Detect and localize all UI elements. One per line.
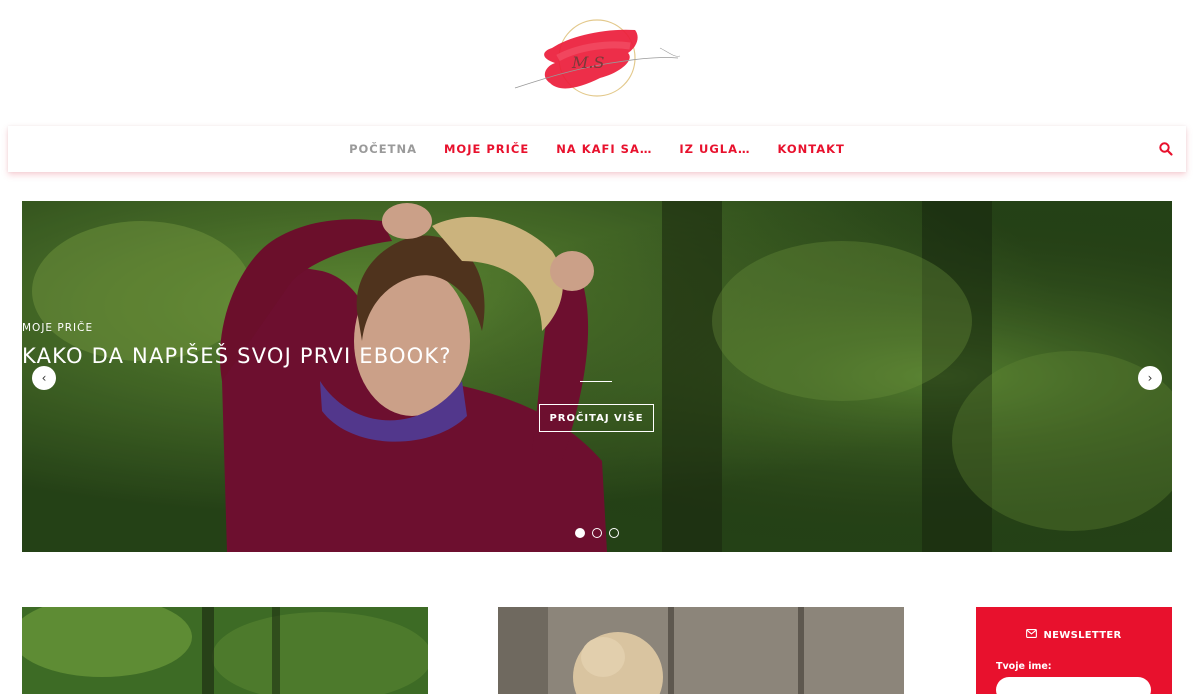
hero-divider (580, 381, 612, 382)
name-input[interactable] (996, 677, 1151, 694)
post-card-1-image (22, 607, 428, 694)
newsletter-header: NEWSLETTER (976, 629, 1172, 641)
hero-title[interactable]: KAKO DA NAPIŠEŠ SVOJ PRVI EBOOK? (22, 344, 1172, 368)
logo-text: M.S (571, 53, 604, 72)
nav-item-kontakt[interactable]: KONTAKT (778, 142, 845, 156)
envelope-icon (1026, 629, 1038, 641)
hero-category[interactable]: MOJE PRIČE (22, 322, 1172, 334)
slider-next-button[interactable]: › (1138, 366, 1162, 390)
search-icon[interactable] (1158, 141, 1174, 157)
slider-dots (575, 528, 619, 538)
nav-item-na-kafi-sa[interactable]: NA KAFI SA… (556, 142, 652, 156)
read-more-button[interactable]: PROČITAJ VIŠE (539, 404, 654, 432)
nav-menu: POČETNA MOJE PRIČE NA KAFI SA… IZ UGLA… … (8, 126, 1186, 172)
chevron-right-icon: › (1147, 371, 1153, 385)
post-card-2[interactable] (498, 607, 904, 694)
newsletter-title: NEWSLETTER (1043, 629, 1122, 641)
slider-dot-1[interactable] (575, 528, 585, 538)
newsletter-widget: NEWSLETTER Tvoje ime: (976, 607, 1172, 694)
main-nav: POČETNA MOJE PRIČE NA KAFI SA… IZ UGLA… … (8, 126, 1186, 172)
slider-dot-2[interactable] (592, 528, 602, 538)
post-card-2-image (498, 607, 904, 694)
slider-prev-button[interactable]: ‹ (32, 366, 56, 390)
hero-slider: MOJE PRIČE KAKO DA NAPIŠEŠ SVOJ PRVI EBO… (22, 201, 1172, 552)
nav-item-pocetna[interactable]: POČETNA (349, 142, 417, 156)
nav-item-moje-price[interactable]: MOJE PRIČE (444, 142, 529, 156)
site-logo[interactable]: M.S (510, 18, 685, 103)
chevron-left-icon: ‹ (41, 371, 47, 385)
logo-graphic: M.S (514, 19, 681, 97)
nav-item-iz-ugla[interactable]: IZ UGLA… (679, 142, 750, 156)
slider-dot-3[interactable] (609, 528, 619, 538)
post-card-1[interactable] (22, 607, 428, 694)
name-label: Tvoje ime: (996, 661, 1052, 672)
